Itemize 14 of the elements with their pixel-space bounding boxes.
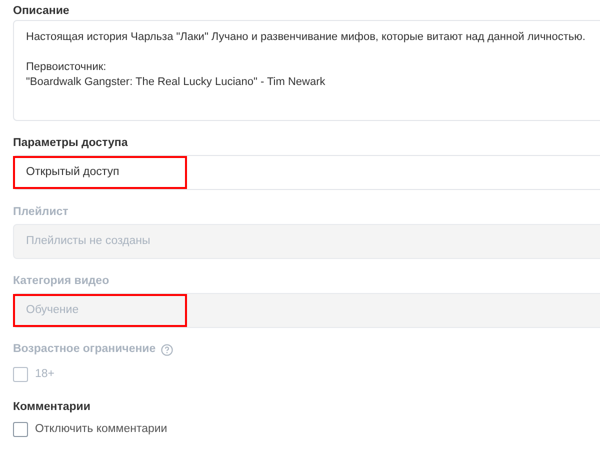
description-text: Первоисточник: [26, 60, 108, 75]
description-field[interactable]: Настоящая история Чарльза "Лаки" Лучано и развенчивание мифов, которые витают над данной личностью. Первоисточник: "Boardwalk Gangster: The Real Lucky Luciano" - Tim Newark [13, 20, 600, 121]
checkbox[interactable] [13, 422, 28, 438]
field-label: Категория видео [13, 274, 110, 288]
checkbox-label: Отключить комментарии [35, 422, 168, 438]
field-label: Возрастное ограничение [13, 342, 156, 358]
description-text: Настоящая история Чарльза "Лаки" Лучано и развенчивание мифов, которые витают над данной личностью. [26, 30, 586, 45]
field-label: Плейлист [13, 205, 70, 219]
field-label: Описание [13, 4, 70, 18]
select-field[interactable]: Открытый доступ [13, 155, 600, 190]
field-label: Параметры доступа [13, 136, 129, 150]
description-text: "Boardwalk Gangster: The Real Lucky Luciano" - Tim Newark [26, 75, 326, 90]
checkbox-label: 18+ [35, 367, 55, 382]
field-label: Комментарии [13, 400, 90, 415]
